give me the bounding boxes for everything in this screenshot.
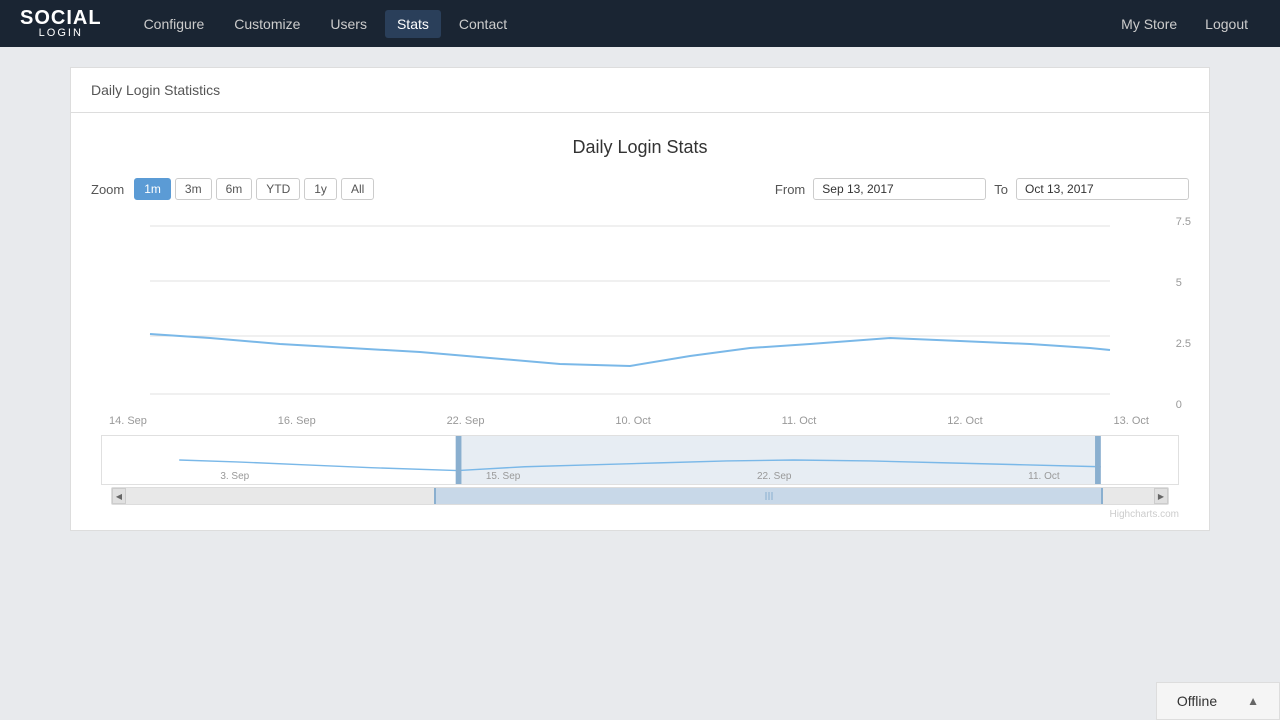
y-label-2.5: 2.5 (1176, 338, 1191, 350)
scroll-left-arrow[interactable]: ◀ (112, 488, 126, 504)
breadcrumb: Daily Login Statistics (70, 67, 1210, 112)
y-label-7.5: 7.5 (1176, 216, 1191, 228)
offline-expand-icon[interactable]: ▲ (1247, 694, 1259, 708)
grip-line-3 (771, 492, 772, 500)
zoom-ytd[interactable]: YTD (256, 178, 300, 200)
nav-links: Configure Customize Users Stats Contact (132, 10, 520, 38)
zoom-6m[interactable]: 6m (216, 178, 253, 200)
navigator-chart: 3. Sep 15. Sep 22. Sep 11. Oct (101, 435, 1179, 485)
chart-svg (101, 216, 1159, 411)
x-label-3: 10. Oct (615, 415, 650, 427)
from-date-input[interactable] (813, 178, 986, 200)
zoom-1y[interactable]: 1y (304, 178, 337, 200)
logo-social-text: SOCIAL (20, 8, 102, 28)
nav-my-store[interactable]: My Store (1109, 10, 1189, 38)
x-label-0: 14. Sep (109, 415, 147, 427)
navigation: SOCIAL LOGIN Configure Customize Users S… (0, 0, 1280, 47)
highcharts-credit: Highcharts.com (91, 509, 1179, 520)
y-label-0: 0 (1176, 399, 1191, 411)
page-wrapper: Daily Login Statistics Daily Login Stats… (70, 47, 1210, 551)
zoom-3m[interactable]: 3m (175, 178, 212, 200)
zoom-controls: Zoom 1m 3m 6m YTD 1y All (91, 178, 374, 200)
x-label-5: 12. Oct (947, 415, 982, 427)
y-axis-labels: 7.5 5 2.5 0 (1176, 216, 1191, 411)
scroll-thumb[interactable] (434, 488, 1102, 504)
to-label: To (994, 182, 1008, 197)
chart-title: Daily Login Stats (91, 137, 1189, 158)
nav-stats[interactable]: Stats (385, 10, 441, 38)
offline-badge: Offline ▲ (1156, 682, 1280, 720)
scrollbar: ◀ ▶ (111, 487, 1169, 505)
scroll-track (126, 488, 1154, 504)
nav-customize[interactable]: Customize (222, 10, 312, 38)
nav-logout[interactable]: Logout (1193, 10, 1260, 38)
logo: SOCIAL LOGIN (20, 8, 102, 39)
x-axis-labels: 14. Sep 16. Sep 22. Sep 10. Oct 11. Oct … (109, 415, 1149, 431)
offline-label: Offline (1177, 693, 1217, 709)
date-range: From To (775, 178, 1189, 200)
breadcrumb-text: Daily Login Statistics (91, 82, 220, 98)
from-label: From (775, 182, 805, 197)
zoom-1m[interactable]: 1m (134, 178, 171, 200)
nav-users[interactable]: Users (318, 10, 379, 38)
chart-area-wrapper: 7.5 5 2.5 0 (101, 216, 1159, 411)
y-label-5: 5 (1176, 277, 1191, 289)
to-date-input[interactable] (1016, 178, 1189, 200)
chart-container: Daily Login Stats Zoom 1m 3m 6m YTD 1y A… (70, 112, 1210, 531)
grip-line-1 (765, 492, 766, 500)
scroll-grip (765, 492, 772, 500)
zoom-all[interactable]: All (341, 178, 374, 200)
x-label-4: 11. Oct (782, 415, 817, 427)
x-label-1: 16. Sep (278, 415, 316, 427)
x-label-2: 22. Sep (447, 415, 485, 427)
nav-configure[interactable]: Configure (132, 10, 217, 38)
zoom-label: Zoom (91, 182, 124, 197)
navigator: 3. Sep 15. Sep 22. Sep 11. Oct ◀ (101, 435, 1179, 505)
logo-login-text: LOGIN (20, 28, 102, 39)
nav-contact[interactable]: Contact (447, 10, 519, 38)
nav-right: My Store Logout (1109, 10, 1260, 38)
grip-line-2 (768, 492, 769, 500)
chart-controls: Zoom 1m 3m 6m YTD 1y All From To (91, 178, 1189, 200)
x-label-6: 13. Oct (1114, 415, 1149, 427)
nav-left: SOCIAL LOGIN Configure Customize Users S… (20, 8, 519, 39)
navigator-svg (102, 436, 1178, 484)
scroll-right-arrow[interactable]: ▶ (1154, 488, 1168, 504)
